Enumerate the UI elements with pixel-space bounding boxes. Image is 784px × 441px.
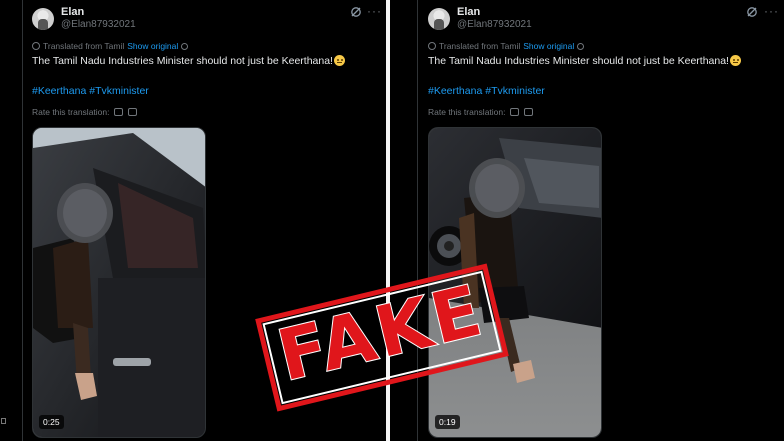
display-name[interactable]: Elan	[457, 6, 480, 18]
show-original-link[interactable]: Show original	[523, 41, 574, 51]
grok-icon[interactable]	[350, 6, 362, 18]
video-duration: 0:25	[39, 415, 64, 429]
globe-icon	[32, 42, 40, 50]
translated-from-label: Translated from Tamil	[439, 41, 521, 51]
thumbs-up-icon[interactable]	[114, 108, 124, 116]
hashtags: #Keerthana #Tvkminister	[32, 85, 152, 97]
avatar[interactable]	[32, 8, 54, 30]
settings-icon[interactable]	[181, 43, 189, 50]
more-icon[interactable]: ···	[367, 4, 382, 18]
rate-translation-label: Rate this translation:	[32, 107, 110, 117]
hashtag-link[interactable]: #Tvkminister	[89, 85, 149, 97]
settings-icon[interactable]	[577, 43, 585, 50]
video-duration: 0:19	[435, 415, 460, 429]
tweet-text: The Tamil Nadu Industries Minister shoul…	[428, 55, 741, 67]
more-icon[interactable]: ···	[764, 4, 779, 18]
translation-notice: Translated from Tamil Show original	[428, 41, 585, 51]
thumbs-up-icon[interactable]	[510, 108, 520, 116]
thumbs-down-icon[interactable]	[128, 108, 138, 116]
tweet-card: Elan @Elan87932021 ··· Translated from T…	[393, 0, 784, 441]
rate-translation-label: Rate this translation:	[428, 107, 506, 117]
hashtag-link[interactable]: #Keerthana	[428, 85, 482, 97]
user-handle[interactable]: @Elan87932021	[457, 19, 532, 30]
video-frame	[33, 128, 205, 437]
rate-translation: Rate this translation:	[428, 107, 534, 117]
rate-translation: Rate this translation:	[32, 107, 138, 117]
grok-icon[interactable]	[746, 6, 758, 18]
edge-icon	[1, 418, 6, 424]
tweet-text: The Tamil Nadu Industries Minister shoul…	[32, 55, 345, 67]
tweet-text-body: The Tamil Nadu Industries Minister shoul…	[32, 55, 333, 67]
hashtags: #Keerthana #Tvkminister	[428, 85, 548, 97]
translation-notice: Translated from Tamil Show original	[32, 41, 189, 51]
avatar[interactable]	[428, 8, 450, 30]
display-name[interactable]: Elan	[61, 6, 84, 18]
thinking-emoji-icon	[333, 55, 345, 66]
translated-from-label: Translated from Tamil	[43, 41, 125, 51]
hashtag-link[interactable]: #Tvkminister	[485, 85, 545, 97]
show-original-link[interactable]: Show original	[127, 41, 178, 51]
thumbs-down-icon[interactable]	[524, 108, 534, 116]
tweet-text-body: The Tamil Nadu Industries Minister shoul…	[428, 55, 729, 67]
tweet-panel-right: Elan @Elan87932021 ··· Translated from T…	[393, 0, 784, 441]
globe-icon	[428, 42, 436, 50]
user-handle[interactable]: @Elan87932021	[61, 19, 136, 30]
thinking-emoji-icon	[729, 55, 741, 66]
video-player[interactable]: 0:25	[32, 127, 206, 438]
hashtag-link[interactable]: #Keerthana	[32, 85, 86, 97]
